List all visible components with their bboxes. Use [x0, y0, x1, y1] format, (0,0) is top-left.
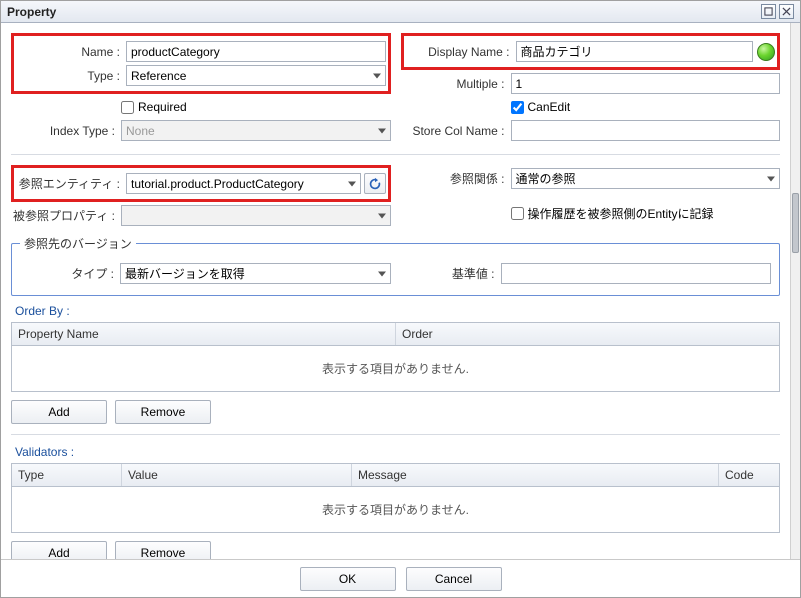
chevron-down-icon	[378, 128, 386, 133]
chevron-down-icon	[767, 176, 775, 181]
min-max-button[interactable]	[761, 4, 776, 19]
chevron-down-icon	[378, 271, 386, 276]
name-type-highlight: Name : Type : Reference	[11, 33, 391, 94]
validators-add-button[interactable]: Add	[11, 541, 107, 559]
scrollbar-thumb[interactable]	[792, 193, 799, 253]
refentity-label: 参照エンティティ :	[16, 175, 126, 192]
refresh-button[interactable]	[364, 173, 386, 194]
orderby-heading: Order By :	[15, 304, 780, 318]
audit-checkbox[interactable]: 操作履歴を被参照側のEntityに記録	[511, 205, 714, 222]
required-checkbox-input[interactable]	[121, 101, 134, 114]
versiontype-label: タイプ :	[20, 265, 120, 282]
displayname-input[interactable]	[516, 41, 754, 62]
audit-checkbox-input[interactable]	[511, 207, 524, 220]
storecol-input	[511, 120, 781, 141]
divider	[11, 154, 780, 155]
mappedby-label: 被参照プロパティ :	[11, 207, 121, 224]
refversion-legend: 参照先のバージョン	[20, 235, 136, 252]
vertical-scrollbar[interactable]	[790, 23, 800, 559]
refentity-value: tutorial.product.ProductCategory	[131, 177, 304, 191]
refversion-fieldset: 参照先のバージョン タイプ : 最新バージョンを取得 基準値 :	[11, 235, 780, 296]
content-area: Name : Type : Reference Display Name : M…	[1, 23, 790, 559]
name-label: Name :	[16, 45, 126, 59]
multiple-label: Multiple :	[401, 77, 511, 91]
validators-heading: Validators :	[15, 445, 780, 459]
displayname-highlight: Display Name :	[401, 33, 781, 70]
cancel-button[interactable]: Cancel	[406, 567, 502, 591]
window-title: Property	[7, 5, 56, 19]
chevron-down-icon	[378, 213, 386, 218]
orderby-add-button[interactable]: Add	[11, 400, 107, 424]
type-label: Type :	[16, 69, 126, 83]
indextype-select[interactable]: None	[121, 120, 391, 141]
required-text: Required	[138, 100, 187, 114]
chevron-down-icon	[348, 181, 356, 186]
chevron-down-icon	[373, 73, 381, 78]
orderby-col-order[interactable]: Order	[396, 323, 779, 345]
close-button[interactable]	[779, 4, 794, 19]
orderby-grid: Property Name Order 表示する項目がありません.	[11, 322, 780, 392]
refrelation-value: 通常の参照	[516, 170, 576, 187]
refentity-highlight: 参照エンティティ : tutorial.product.ProductCateg…	[11, 165, 391, 202]
canedit-checkbox[interactable]: CanEdit	[511, 100, 571, 114]
required-checkbox[interactable]: Required	[121, 100, 187, 114]
mappedby-select[interactable]	[121, 205, 391, 226]
multiple-input[interactable]	[511, 73, 781, 94]
type-select[interactable]: Reference	[126, 65, 386, 86]
canedit-text: CanEdit	[528, 100, 571, 114]
versiontype-select[interactable]: 最新バージョンを取得	[120, 263, 391, 284]
baseval-input	[501, 263, 772, 284]
name-input[interactable]	[126, 41, 386, 62]
canedit-checkbox-input[interactable]	[511, 101, 524, 114]
type-value: Reference	[131, 69, 186, 83]
titlebar: Property	[1, 1, 800, 23]
validators-col-type[interactable]: Type	[12, 464, 122, 486]
globe-icon[interactable]	[757, 43, 775, 61]
orderby-col-property[interactable]: Property Name	[12, 323, 396, 345]
validators-col-message[interactable]: Message	[352, 464, 719, 486]
storecol-label: Store Col Name :	[401, 124, 511, 138]
validators-col-value[interactable]: Value	[122, 464, 352, 486]
versiontype-value: 最新バージョンを取得	[125, 265, 245, 282]
orderby-empty: 表示する項目がありません.	[12, 346, 779, 391]
validators-col-code[interactable]: Code	[719, 464, 779, 486]
property-dialog: Property Name : Type : Reference Display…	[0, 0, 801, 598]
divider2	[11, 434, 780, 435]
audit-text: 操作履歴を被参照側のEntityに記録	[528, 205, 714, 222]
dialog-buttonbar: OK Cancel	[1, 559, 800, 597]
refentity-select[interactable]: tutorial.product.ProductCategory	[126, 173, 361, 194]
ok-button[interactable]: OK	[300, 567, 396, 591]
validators-grid: Type Value Message Code 表示する項目がありません.	[11, 463, 780, 533]
refrelation-label: 参照関係 :	[401, 170, 511, 187]
validators-empty: 表示する項目がありません.	[12, 487, 779, 532]
validators-remove-button[interactable]: Remove	[115, 541, 211, 559]
refrelation-select[interactable]: 通常の参照	[511, 168, 781, 189]
indextype-label: Index Type :	[11, 124, 121, 138]
displayname-label: Display Name :	[406, 45, 516, 59]
indextype-value: None	[126, 124, 155, 138]
baseval-label: 基準値 :	[401, 265, 501, 282]
orderby-remove-button[interactable]: Remove	[115, 400, 211, 424]
